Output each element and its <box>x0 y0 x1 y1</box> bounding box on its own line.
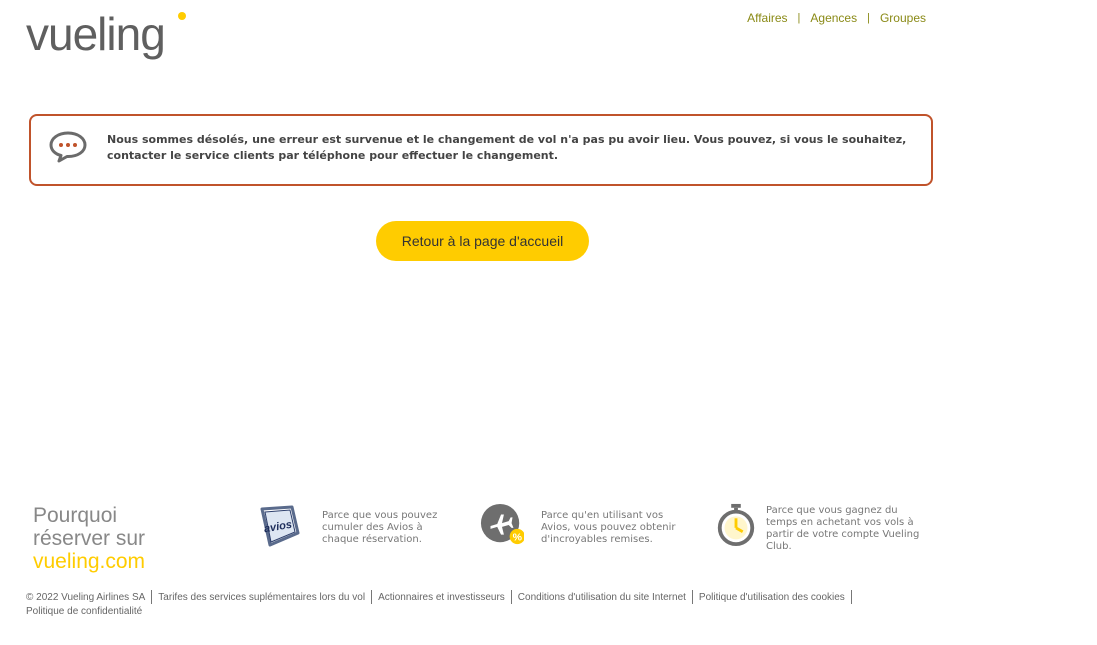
stopwatch-icon <box>717 503 755 547</box>
why-brand: vueling.com <box>33 550 146 573</box>
nav-link-groupes[interactable]: Groupes <box>880 11 926 25</box>
footer-divider <box>151 590 153 604</box>
footer-divider <box>510 590 512 604</box>
why-line-1: Pourquoi <box>33 504 118 527</box>
logo-dot <box>178 12 186 20</box>
vueling-logo[interactable]: vueling <box>26 8 196 63</box>
nav-separator: | <box>797 12 801 24</box>
footer-divider <box>371 590 373 604</box>
back-to-home-button[interactable]: Retour à la page d'accueil <box>376 221 589 261</box>
footer-divider <box>691 590 693 604</box>
footer-divider <box>850 590 852 604</box>
reason-avios-text: Parce que vous pouvez cumuler des Avios … <box>322 510 438 545</box>
footer-link-tarifs[interactable]: Tarifes des services suplémentaires lors… <box>158 591 365 605</box>
footer-link-privacy[interactable]: Politique de confidentialité <box>26 605 142 619</box>
top-nav: Affaires | Agences | Groupes <box>747 11 926 25</box>
nav-separator: | <box>867 12 870 24</box>
footer-link-conditions[interactable]: Conditions d'utilisation du site Interne… <box>518 591 686 605</box>
error-message-text: Nous sommes désolés, une erreur est surv… <box>107 133 907 162</box>
nav-link-affaires[interactable]: Affaires <box>747 11 787 25</box>
reason-discount-text: Parce qu'en utilisant vos Avios, vous po… <box>541 510 676 545</box>
why-book-heading: Pourquoi réserver sur vueling.com <box>33 504 145 573</box>
logo-text: vueling <box>26 8 166 60</box>
reason-time-text: Parce que vous gagnez du temps en acheta… <box>766 505 920 552</box>
avios-icon: avios <box>260 505 300 547</box>
plane-discount-icon: % <box>480 503 524 545</box>
footer: © 2022 Vueling Airlines SA Tarifes des se… <box>26 590 926 619</box>
error-message-box: Nous sommes désolés, une erreur est surv… <box>29 114 933 186</box>
nav-link-agences[interactable]: Agences <box>810 11 857 25</box>
footer-copyright: © 2022 Vueling Airlines SA <box>26 591 146 603</box>
why-line-2: réserver sur <box>33 527 146 550</box>
svg-text:%: % <box>513 531 523 543</box>
chat-bubble-icon <box>49 131 87 163</box>
footer-link-actionnaires[interactable]: Actionnaires et investisseurs <box>378 591 505 605</box>
footer-link-cookies[interactable]: Politique d'utilisation des cookies <box>699 591 845 605</box>
